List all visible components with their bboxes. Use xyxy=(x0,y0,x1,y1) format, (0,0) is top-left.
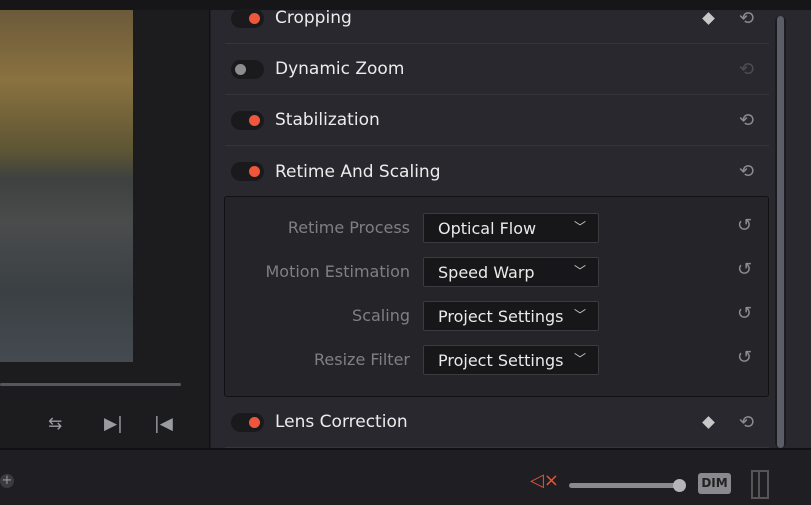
section-label: Retime And Scaling xyxy=(275,161,441,182)
scaling-dropdown[interactable]: Project Settings ﹀ xyxy=(423,301,599,331)
stabilization-toggle[interactable] xyxy=(231,110,264,130)
retime-process-row: Retime Process Optical Flow ﹀ ↺ xyxy=(225,213,770,243)
inspector-scrollbar[interactable] xyxy=(775,16,786,448)
timeline-scrubber[interactable] xyxy=(0,383,181,386)
reset-icon[interactable]: ⟲ xyxy=(739,110,754,131)
volume-slider[interactable] xyxy=(569,479,686,492)
keyframe-diamond-icon[interactable] xyxy=(702,415,715,429)
lens-correction-toggle[interactable] xyxy=(231,412,264,432)
section-retime-scaling[interactable]: Retime And Scaling ⟲ xyxy=(225,146,769,197)
section-cropping[interactable]: Cropping ⟲ xyxy=(225,0,769,44)
section-dynamic-zoom[interactable]: Dynamic Zoom ⟲ xyxy=(225,44,769,95)
loop-icon[interactable]: ⇆ xyxy=(48,414,62,434)
section-label: Lens Correction xyxy=(275,412,408,432)
chevron-down-icon: ﹀ xyxy=(573,220,586,234)
chevron-down-icon: ﹀ xyxy=(573,264,586,278)
audio-meter xyxy=(751,470,769,499)
dropdown-value: Optical Flow xyxy=(438,219,537,238)
reset-icon[interactable]: ⟲ xyxy=(739,59,754,80)
prev-frame-icon[interactable]: |◀ xyxy=(154,414,173,434)
keyframe-diamond-icon[interactable] xyxy=(702,11,715,25)
chevron-down-icon: ﹀ xyxy=(573,352,586,366)
section-label: Stabilization xyxy=(275,110,380,130)
reset-icon[interactable]: ↺ xyxy=(737,303,752,324)
scaling-row: Scaling Project Settings ﹀ ↺ xyxy=(225,301,770,331)
reset-icon[interactable]: ⟲ xyxy=(739,8,754,29)
retime-process-dropdown[interactable]: Optical Flow ﹀ xyxy=(423,213,599,243)
reset-icon[interactable]: ↺ xyxy=(737,347,752,368)
section-lens-correction[interactable]: Lens Correction ⟲ xyxy=(225,397,769,448)
retime-toggle[interactable] xyxy=(231,162,264,181)
dim-button[interactable]: DIM xyxy=(698,473,731,494)
param-label: Retime Process xyxy=(287,218,410,237)
param-label: Resize Filter xyxy=(314,350,410,369)
next-frame-icon[interactable]: ▶| xyxy=(104,414,123,434)
dropdown-value: Project Settings xyxy=(438,351,564,370)
resize-filter-row: Resize Filter Project Settings ﹀ ↺ xyxy=(225,345,770,375)
scrollbar-thumb[interactable] xyxy=(777,16,784,448)
viewer-panel: ⇆ ▶| |◀ xyxy=(0,10,210,448)
param-label: Motion Estimation xyxy=(265,262,410,281)
dropdown-value: Project Settings xyxy=(438,307,564,326)
add-icon[interactable]: + xyxy=(0,474,14,488)
section-label: Dynamic Zoom xyxy=(275,59,405,79)
cropping-toggle[interactable] xyxy=(231,8,264,28)
motion-estimation-dropdown[interactable]: Speed Warp ﹀ xyxy=(423,257,599,287)
resize-filter-dropdown[interactable]: Project Settings ﹀ xyxy=(423,345,599,375)
dropdown-value: Speed Warp xyxy=(438,263,535,282)
volume-slider-handle[interactable] xyxy=(673,479,686,492)
mute-icon[interactable]: ◁× xyxy=(530,470,559,491)
param-label: Scaling xyxy=(352,306,410,325)
dynamic-zoom-toggle[interactable] xyxy=(231,59,264,79)
reset-icon[interactable]: ⟲ xyxy=(739,161,754,182)
motion-estimation-row: Motion Estimation Speed Warp ﹀ ↺ xyxy=(225,257,770,287)
retime-scaling-group: Retime Process Optical Flow ﹀ ↺ Motion Es… xyxy=(224,196,769,397)
video-frame xyxy=(0,10,133,362)
reset-icon[interactable]: ↺ xyxy=(737,215,752,236)
chevron-down-icon: ﹀ xyxy=(573,308,586,322)
reset-icon[interactable]: ⟲ xyxy=(739,412,754,433)
bottom-bar: + ◁× DIM xyxy=(0,448,811,505)
reset-icon[interactable]: ↺ xyxy=(737,259,752,280)
section-stabilization[interactable]: Stabilization ⟲ xyxy=(225,95,769,146)
section-label: Cropping xyxy=(275,8,352,28)
